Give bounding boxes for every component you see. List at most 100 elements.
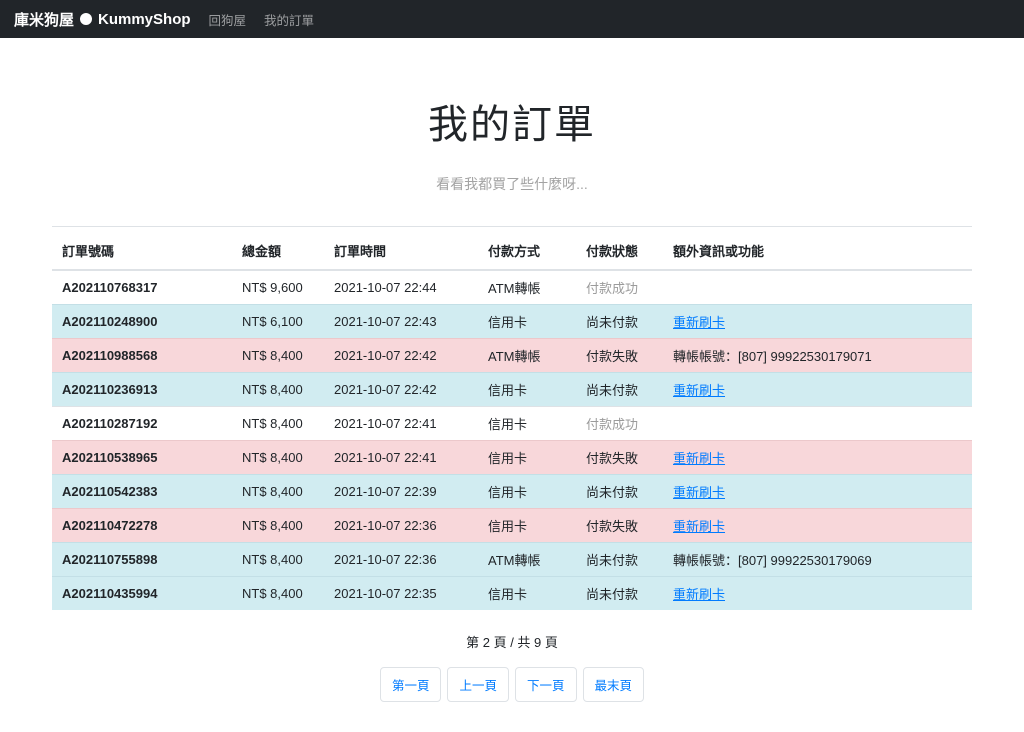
payment-method-cell: 信用卡 <box>478 372 576 407</box>
payment-status-cell: 付款成功 <box>586 281 639 296</box>
payment-method-cell: ATM轉帳 <box>488 281 541 296</box>
payment-status-cell: 付款失敗 <box>576 440 663 475</box>
orders-table-head: 訂單號碼 總金額 訂單時間 付款方式 付款狀態 額外資訊或功能 <box>52 226 972 271</box>
order-id-cell: A202110248900 <box>52 304 232 339</box>
extra-cell <box>663 270 972 305</box>
amount-cell: NT$ 8,400 <box>232 372 324 407</box>
retry-card-link[interactable]: 重新刷卡 <box>673 587 725 602</box>
extra-cell: 重新刷卡 <box>663 508 972 543</box>
extra-cell <box>663 406 972 441</box>
extra-cell: 重新刷卡 <box>663 576 972 610</box>
table-row: A202110542383 NT$ 8,400 2021-10-07 22:39 信用… <box>52 474 972 509</box>
payment-status-cell: 尚未付款 <box>576 304 663 339</box>
amount-cell: NT$ 8,400 <box>232 542 324 577</box>
prev-page-button[interactable]: 上一頁 <box>447 667 509 702</box>
extra-cell: 轉帳帳號：[807] 99922530179071 <box>663 338 972 373</box>
payment-method-cell: 信用卡 <box>478 576 576 610</box>
order-time-cell: 2021-10-07 22:35 <box>324 576 478 610</box>
retry-card-link[interactable]: 重新刷卡 <box>673 315 725 330</box>
order-time-cell: 2021-10-07 22:41 <box>324 406 478 441</box>
payment-status-cell: 付款成功 <box>576 406 663 441</box>
header-extra-info: 額外資訊或功能 <box>663 226 972 271</box>
pagination: 第一頁 上一頁 下一頁 最末頁 <box>0 667 1024 702</box>
header-amount: 總金額 <box>232 226 324 271</box>
extra-cell: 轉帳帳號：[807] 99922530179069 <box>663 542 972 577</box>
amount-cell: NT$ 8,400 <box>232 406 324 441</box>
extra-cell: 重新刷卡 <box>663 372 972 407</box>
page-title: 我的訂單 <box>428 103 596 147</box>
order-time-cell: 2021-10-07 22:36 <box>324 508 478 543</box>
payment-status-cell: 尚未付款 <box>576 542 663 577</box>
header-row: 訂單號碼 總金額 訂單時間 付款方式 付款狀態 額外資訊或功能 <box>52 226 972 271</box>
order-time-cell: 2021-10-07 22:44 <box>334 280 437 295</box>
page-subtitle: 看看我都買了些什麼呀... <box>436 176 588 192</box>
nav-link-home[interactable]: 回狗屋 <box>209 10 247 29</box>
order-time-cell: 2021-10-07 22:36 <box>324 542 478 577</box>
payment-status-cell: 付款失敗 <box>576 338 663 373</box>
table-row: A202110472278 NT$ 8,400 2021-10-07 22:36 信用… <box>52 508 972 543</box>
retry-card-link[interactable]: 重新刷卡 <box>673 519 725 534</box>
table-row: A202110287192 NT$ 8,400 2021-10-07 22:41 信用… <box>52 406 972 441</box>
order-id-cell: A202110435994 <box>52 576 232 610</box>
amount-cell: NT$ 8,400 <box>232 440 324 475</box>
amount-cell: NT$ 6,100 <box>232 304 324 339</box>
order-id-cell: A202110236913 <box>52 372 232 407</box>
extra-cell: 重新刷卡 <box>663 440 972 475</box>
order-id-cell: A202110768317 <box>62 280 158 295</box>
amount-cell: NT$ 8,400 <box>232 338 324 373</box>
table-row: A202110768317 NT$ 9,600 2021-10-07 22:44 AT… <box>52 270 972 305</box>
payment-method-cell: ATM轉帳 <box>478 338 576 373</box>
amount-cell: NT$ 8,400 <box>232 508 324 543</box>
order-id-cell: A202110755898 <box>52 542 232 577</box>
table-row: A202110538965 NT$ 8,400 2021-10-07 22:41 信用… <box>52 440 972 475</box>
payment-method-cell: 信用卡 <box>478 474 576 509</box>
orders-table-wrap: 訂單號碼 總金額 訂單時間 付款方式 付款狀態 額外資訊或功能 A2021107… <box>52 226 972 610</box>
payment-status-cell: 尚未付款 <box>576 372 663 407</box>
payment-status-cell: 付款失敗 <box>576 508 663 543</box>
header-order-id: 訂單號碼 <box>52 226 232 271</box>
order-id-cell: A202110988568 <box>52 338 232 373</box>
order-time-cell: 2021-10-07 22:39 <box>324 474 478 509</box>
order-id-cell: A202110538965 <box>52 440 232 475</box>
payment-method-cell: 信用卡 <box>478 440 576 475</box>
table-row: A202110755898 NT$ 8,400 2021-10-07 22:36 AT… <box>52 542 972 577</box>
header-order-time: 訂單時間 <box>324 226 478 271</box>
last-page-button[interactable]: 最末頁 <box>582 667 645 702</box>
table-row: A202110236913 NT$ 8,400 2021-10-07 22:42 信用… <box>52 372 972 407</box>
payment-method-cell: 信用卡 <box>478 508 576 543</box>
header-payment-status: 付款狀態 <box>576 226 663 271</box>
header-payment-method: 付款方式 <box>478 226 576 271</box>
order-id-cell: A202110287192 <box>52 406 232 441</box>
brand-link[interactable]: 庫米狗屋 KummyShop <box>14 9 191 30</box>
first-page-button[interactable]: 第一頁 <box>379 667 442 702</box>
table-row: A202110988568 NT$ 8,400 2021-10-07 22:42 AT… <box>52 338 972 373</box>
navbar: 庫米狗屋 KummyShop 回狗屋 我的訂單 <box>0 0 1024 38</box>
retry-card-link[interactable]: 重新刷卡 <box>673 383 725 398</box>
orders-tbody: A202110768317 NT$ 9,600 2021-10-07 22:44 AT… <box>52 270 972 610</box>
amount-cell: NT$ 8,400 <box>232 576 324 610</box>
nav-link-my-orders[interactable]: 我的訂單 <box>264 10 314 29</box>
orders-table: 訂單號碼 總金額 訂單時間 付款方式 付款狀態 額外資訊或功能 A2021107… <box>52 226 972 610</box>
page-summary: 第 2 頁 / 共 9 頁 <box>466 635 558 650</box>
table-row: A202110435994 NT$ 8,400 2021-10-07 22:35 信用… <box>52 576 972 610</box>
brand-text-right: KummyShop <box>98 10 191 28</box>
payment-method-cell: ATM轉帳 <box>478 542 576 577</box>
order-id-cell: A202110472278 <box>52 508 232 543</box>
brand-text-left: 庫米狗屋 <box>14 11 75 29</box>
payment-method-cell: 信用卡 <box>478 304 576 339</box>
order-time-cell: 2021-10-07 22:43 <box>324 304 478 339</box>
order-time-cell: 2021-10-07 22:42 <box>324 338 478 373</box>
nav-links: 回狗屋 我的訂單 <box>209 10 315 29</box>
amount-cell: NT$ 9,600 <box>242 280 303 295</box>
order-time-cell: 2021-10-07 22:41 <box>324 440 478 475</box>
retry-card-link[interactable]: 重新刷卡 <box>673 485 725 500</box>
amount-cell: NT$ 8,400 <box>232 474 324 509</box>
retry-card-link[interactable]: 重新刷卡 <box>673 451 725 466</box>
payment-method-cell: 信用卡 <box>478 406 576 441</box>
extra-cell: 重新刷卡 <box>663 304 972 339</box>
payment-status-cell: 尚未付款 <box>576 474 663 509</box>
order-time-cell: 2021-10-07 22:42 <box>324 372 478 407</box>
payment-status-cell: 尚未付款 <box>576 576 663 610</box>
next-page-button[interactable]: 下一頁 <box>515 667 577 702</box>
table-row: A202110248900 NT$ 6,100 2021-10-07 22:43 信用… <box>52 304 972 339</box>
